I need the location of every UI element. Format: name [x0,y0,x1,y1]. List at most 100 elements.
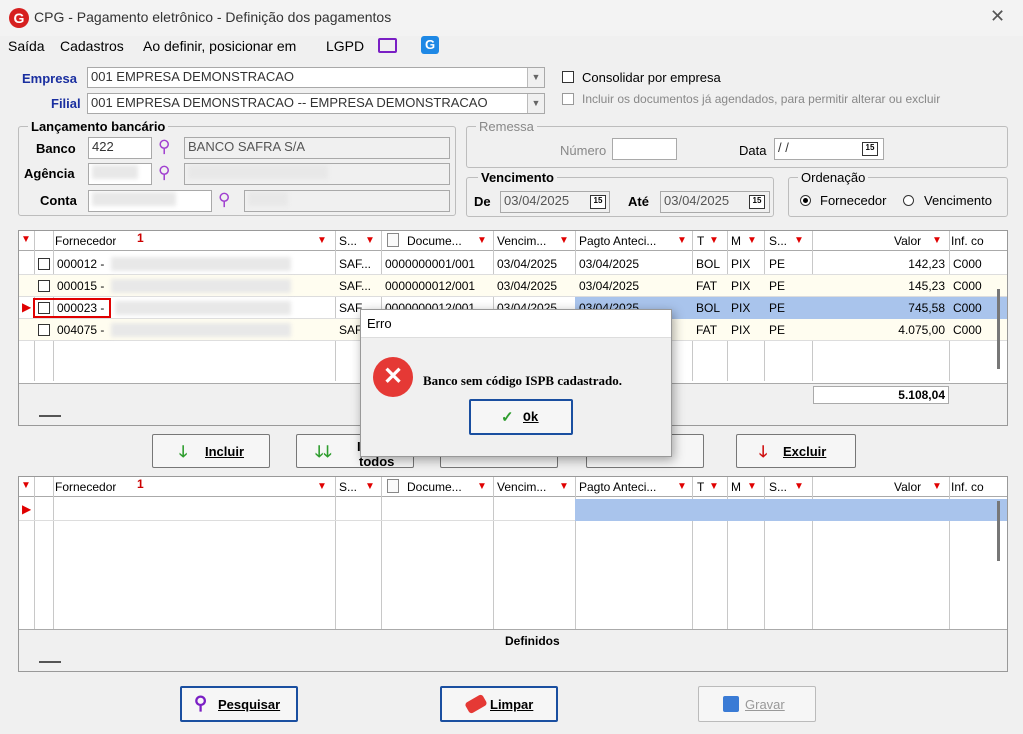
col-m[interactable]: M [731,480,741,494]
col-s2[interactable]: S... [769,234,787,248]
menu-lgpd[interactable]: LGPD [326,38,364,54]
col-t[interactable]: T [697,480,704,494]
filter-icon[interactable]: ▼ [932,481,942,492]
radio-fornecedor[interactable] [800,195,811,206]
menu-cadastros[interactable]: Cadastros [60,38,124,54]
table-row-empty[interactable]: ▶ [19,499,1007,521]
filter-icon[interactable]: ▼ [317,481,327,492]
table-row[interactable]: 000015 - SAF... 0000000012/001 03/04/202… [19,275,1007,297]
chevron-down-icon[interactable]: ▼ [527,68,544,87]
pesquisar-button[interactable]: ⚲ Pesquisar [180,686,298,722]
col-m[interactable]: M [731,234,741,248]
close-icon[interactable]: ✕ [990,6,1005,27]
redacted-value [188,165,328,179]
col-vencimento[interactable]: Vencim... [497,234,546,248]
col-fornecedor[interactable]: Fornecedor [55,480,116,494]
check-icon: ✓ [501,409,514,426]
filter-icon[interactable]: ▼ [477,481,487,492]
incluir-label: Incluir [205,444,245,459]
row-checkbox[interactable] [38,324,50,336]
col-fornecedor[interactable]: Fornecedor [55,234,116,248]
filter-icon[interactable]: ▼ [747,481,757,492]
total-valor: 5.108,04 [898,388,945,402]
consolidar-checkbox[interactable] [562,71,574,83]
cell-documento: 0000000012/001 [385,279,476,293]
col-pagto[interactable]: Pagto Anteci... [579,234,656,248]
menu-saida[interactable]: Saída [8,38,45,54]
title-bar: G CPG - Pagamento eletrônico - Definição… [0,0,1023,36]
cell-s2: PE [769,279,786,293]
col-s[interactable]: S... [339,480,357,494]
filter-icon[interactable]: ▼ [747,235,757,246]
filial-select[interactable]: 001 EMPRESA DEMONSTRACAO -- EMPRESA DEMO… [87,93,545,114]
row-indicator-icon: ▼ [21,480,31,491]
calendar-icon[interactable]: 15 [590,195,606,209]
col-valor[interactable]: Valor [894,234,921,248]
monitor-icon[interactable] [378,38,397,53]
filter-icon[interactable]: ▼ [677,235,687,246]
scrollbar-thumb[interactable] [997,501,1000,561]
chevron-down-icon[interactable]: ▼ [527,94,544,113]
col-s2[interactable]: S... [769,480,787,494]
table-row[interactable]: 000012 - SAF... 0000000001/001 03/04/202… [19,253,1007,275]
col-valor[interactable]: Valor [894,480,921,494]
cell-fornecedor: 000023 - [57,301,105,315]
filter-icon[interactable]: ▼ [365,481,375,492]
cell-s: SAF [339,323,363,337]
agencia-name-field [184,163,450,185]
filter-icon[interactable]: ▼ [932,235,942,246]
col-inf[interactable]: Inf. co [951,234,1005,248]
col-pagto[interactable]: Pagto Anteci... [579,480,656,494]
filter-icon[interactable]: ▼ [317,235,327,246]
ordenacao-title: Ordenação [798,170,869,185]
agencia-input[interactable] [88,163,152,185]
col-inf[interactable]: Inf. co [951,480,1005,494]
row-checkbox[interactable] [38,280,50,292]
cell-valor: 142,23 [908,257,945,271]
row-checkbox[interactable] [38,258,50,270]
cell-fornecedor: 000012 - [57,257,105,271]
search-icon[interactable]: ⚲ [218,190,230,210]
col-vencimento[interactable]: Vencim... [497,480,546,494]
cell-s2: PE [769,257,786,271]
col-t[interactable]: T [697,234,704,248]
collapse-icon[interactable] [39,415,61,417]
excluir-button[interactable]: 🡓 Excluir [736,434,856,468]
filter-icon[interactable]: ▼ [709,235,719,246]
collapse-icon[interactable] [39,661,61,663]
cell-inf: C000 [953,301,982,315]
numero-input[interactable] [612,138,677,160]
col-documento[interactable]: Docume... [407,234,462,248]
cell-vencimento: 03/04/2025 [497,257,558,271]
dialog-title: Erro [367,316,392,331]
ok-button[interactable]: ✓ Ok [469,399,573,435]
banco-code-input[interactable]: 422 [88,137,152,159]
filter-icon[interactable]: ▼ [559,481,569,492]
data-value: / / [778,140,789,155]
filter-icon[interactable]: ▼ [794,235,804,246]
ate-value: 03/04/2025 [664,193,730,208]
incluir-button[interactable]: 🡓 Incluir [152,434,270,468]
filter-icon[interactable]: ▼ [677,481,687,492]
filter-icon[interactable]: ▼ [559,235,569,246]
conta-input[interactable] [88,190,212,212]
search-icon[interactable]: ⚲ [158,163,170,183]
calendar-icon[interactable]: 15 [862,142,878,156]
empresa-select[interactable]: 001 EMPRESA DEMONSTRACAO ▼ [87,67,545,88]
filter-icon[interactable]: ▼ [709,481,719,492]
limpar-button[interactable]: Limpar [440,686,558,722]
filter-icon[interactable]: ▼ [477,235,487,246]
col-s[interactable]: S... [339,234,357,248]
scrollbar-thumb[interactable] [997,289,1000,369]
radio-vencimento[interactable] [903,195,914,206]
search-icon[interactable]: ⚲ [158,137,170,157]
row-checkbox[interactable] [38,302,50,314]
filter-icon[interactable]: ▼ [794,481,804,492]
filter-icon[interactable]: ▼ [365,235,375,246]
menu-bar: Saída Cadastros Ao definir, posicionar e… [0,36,1023,58]
app-g-icon[interactable]: G [421,36,439,54]
menu-posicionar[interactable]: Ao definir, posicionar em [143,38,296,54]
col-documento[interactable]: Docume... [407,480,462,494]
calendar-icon[interactable]: 15 [749,195,765,209]
document-icon [387,233,399,247]
